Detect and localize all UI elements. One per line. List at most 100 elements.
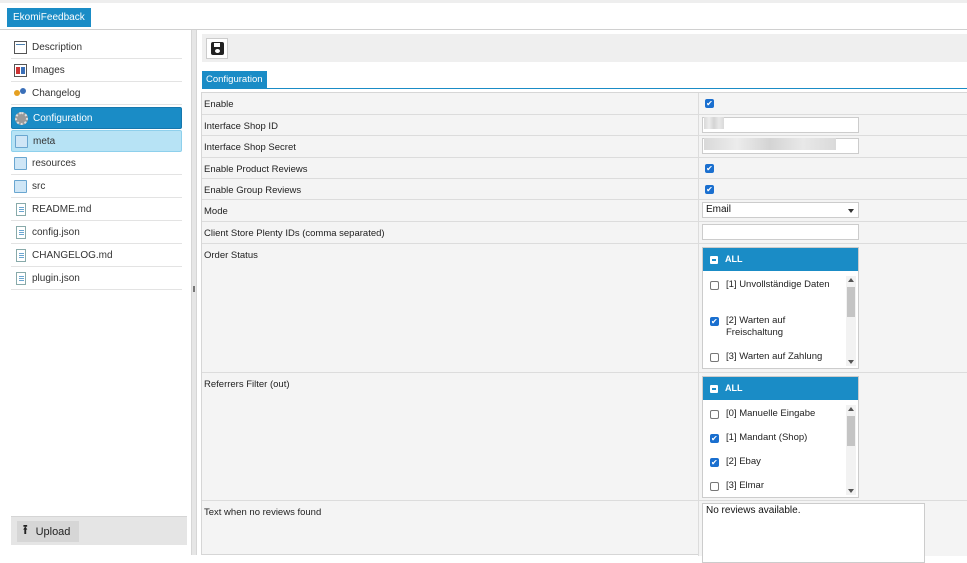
- row-no-reviews-text: Text when no reviews found No reviews av…: [202, 501, 967, 563]
- option-checkbox[interactable]: [710, 353, 719, 362]
- scrollbar-thumb[interactable]: [847, 287, 855, 317]
- field-label: Text when no reviews found: [204, 507, 322, 518]
- field-cell: ✔: [698, 179, 967, 199]
- sidebar-item-plugin-json[interactable]: plugin.json: [11, 268, 182, 290]
- enable-group-reviews-checkbox[interactable]: ✔: [705, 185, 714, 194]
- referrers-filter-multiselect[interactable]: ALL [0] Manuelle Eingabe [1] Mandant (Sh…: [702, 376, 859, 498]
- option-label: [2] Ebay: [726, 456, 761, 467]
- sidebar-item-label: Changelog: [32, 88, 81, 99]
- floppy-disk-icon: [210, 42, 224, 55]
- option-checkbox[interactable]: [710, 281, 719, 290]
- sidebar-item-label: CHANGELOG.md: [32, 250, 113, 261]
- chevron-down-icon: [848, 209, 854, 213]
- field-cell: ALL [1] Unvollständige Daten [2] Warten …: [698, 244, 967, 372]
- sidebar-item-src[interactable]: src: [11, 176, 182, 198]
- sidebar-item-label: meta: [33, 135, 56, 147]
- sidebar-item-changelog-md[interactable]: CHANGELOG.md: [11, 245, 182, 267]
- field-cell: [698, 115, 967, 135]
- sidebar-item-changelog[interactable]: Changelog: [11, 83, 182, 105]
- option-label: [3] Elmar: [726, 480, 765, 491]
- scroll-down-icon[interactable]: [848, 489, 854, 493]
- sidebar-item-images[interactable]: Images: [11, 60, 182, 82]
- file-icon: [16, 226, 26, 239]
- sidebar-item-description[interactable]: Description: [11, 37, 182, 59]
- interface-shop-id-input[interactable]: [702, 117, 859, 133]
- scroll-down-icon[interactable]: [848, 360, 854, 364]
- option-checkbox[interactable]: [710, 316, 719, 328]
- field-cell: ✔: [698, 93, 967, 114]
- field-label: Client Store Plenty IDs (comma separated…: [204, 228, 385, 239]
- field-label: Referrers Filter (out): [204, 379, 290, 390]
- mode-select[interactable]: Email: [702, 202, 859, 218]
- no-reviews-textarea[interactable]: No reviews available.: [702, 503, 925, 563]
- upload-button[interactable]: ⭱ Upload: [17, 521, 79, 542]
- field-cell: No reviews available.: [698, 501, 967, 563]
- tab-configuration[interactable]: Configuration: [202, 71, 267, 88]
- referrers-all-toggle[interactable]: ALL: [703, 377, 858, 400]
- sidebar-item-config-json[interactable]: config.json: [11, 222, 182, 244]
- field-label: Interface Shop Secret: [204, 142, 296, 153]
- gear-icon: [15, 111, 28, 125]
- sidebar-item-meta[interactable]: meta: [11, 130, 182, 152]
- referrer-option[interactable]: [3] Elmar: [710, 480, 835, 492]
- sidebar: Description Images Changelog Configurati…: [0, 30, 190, 555]
- splitter-grip-icon[interactable]: [193, 286, 195, 292]
- field-label: Order Status: [204, 250, 258, 261]
- plugin-tab-ekomifeedback[interactable]: EkomiFeedback: [7, 8, 91, 27]
- option-label: [1] Mandant (Shop): [726, 432, 808, 443]
- row-enable-group-reviews: Enable Group Reviews ✔: [202, 179, 967, 200]
- enable-checkbox[interactable]: ✔: [705, 99, 714, 108]
- sidebar-item-readme[interactable]: README.md: [11, 199, 182, 221]
- scroll-up-icon[interactable]: [848, 407, 854, 411]
- sidebar-item-label: Images: [32, 65, 65, 76]
- order-status-option[interactable]: [3] Warten auf Zahlung: [710, 351, 835, 363]
- sidebar-item-label: Description: [32, 42, 83, 53]
- field-cell: Email: [698, 200, 967, 221]
- all-label: ALL: [725, 383, 743, 393]
- redacted-value: [704, 117, 724, 129]
- upload-label: Upload: [35, 525, 71, 538]
- sidebar-item-configuration[interactable]: Configuration: [11, 107, 182, 129]
- field-cell: ✔: [698, 158, 967, 178]
- order-status-option[interactable]: [2] Warten auf Freischaltung: [710, 315, 835, 339]
- save-button[interactable]: [206, 38, 228, 59]
- order-status-multiselect[interactable]: ALL [1] Unvollständige Daten [2] Warten …: [702, 247, 859, 369]
- all-label: ALL: [725, 254, 743, 264]
- field-cell: ALL [0] Manuelle Eingabe [1] Mandant (Sh…: [698, 373, 967, 500]
- toolbar: [202, 34, 967, 62]
- option-label: [2] Warten auf Freischaltung: [726, 315, 786, 338]
- row-enable: Enable ✔: [202, 93, 967, 115]
- option-checkbox[interactable]: [710, 410, 719, 419]
- minus-icon: [710, 256, 718, 264]
- description-icon: [14, 41, 27, 54]
- row-order-status: Order Status ALL [1] Unvollständige Date…: [202, 244, 967, 373]
- field-cell: [698, 136, 967, 157]
- scrollbar-thumb[interactable]: [847, 416, 855, 446]
- client-store-ids-input[interactable]: [702, 224, 859, 240]
- sidebar-item-label: README.md: [32, 204, 92, 215]
- order-status-option[interactable]: [1] Unvollständige Daten: [710, 279, 835, 291]
- scroll-up-icon[interactable]: [848, 278, 854, 282]
- order-status-scrollbar[interactable]: [846, 276, 856, 366]
- referrer-option[interactable]: [2] Ebay: [710, 456, 835, 469]
- images-icon: [14, 64, 27, 77]
- referrer-option[interactable]: [0] Manuelle Eingabe: [710, 408, 835, 420]
- field-label: Mode: [204, 206, 228, 217]
- enable-product-reviews-checkbox[interactable]: ✔: [705, 164, 714, 173]
- main-panel: Configuration Enable ✔ Interface Shop ID…: [197, 30, 967, 563]
- option-label: [3] Warten auf Zahlung: [726, 351, 823, 362]
- referrers-scrollbar[interactable]: [846, 405, 856, 495]
- config-grid: Enable ✔ Interface Shop ID Interface Sho…: [201, 92, 967, 563]
- field-label: Interface Shop ID: [204, 121, 278, 132]
- upload-bar: ⭱ Upload: [11, 516, 187, 545]
- sidebar-item-resources[interactable]: resources: [11, 153, 182, 175]
- option-checkbox[interactable]: [710, 482, 719, 491]
- referrer-option[interactable]: [1] Mandant (Shop): [710, 432, 835, 445]
- option-checkbox[interactable]: [710, 433, 719, 445]
- folder-icon: [15, 134, 28, 148]
- row-enable-product-reviews: Enable Product Reviews ✔: [202, 158, 967, 179]
- top-strip: [0, 0, 967, 3]
- option-label: [1] Unvollständige Daten: [726, 279, 830, 290]
- option-checkbox[interactable]: [710, 457, 719, 469]
- order-status-all-toggle[interactable]: ALL: [703, 248, 858, 271]
